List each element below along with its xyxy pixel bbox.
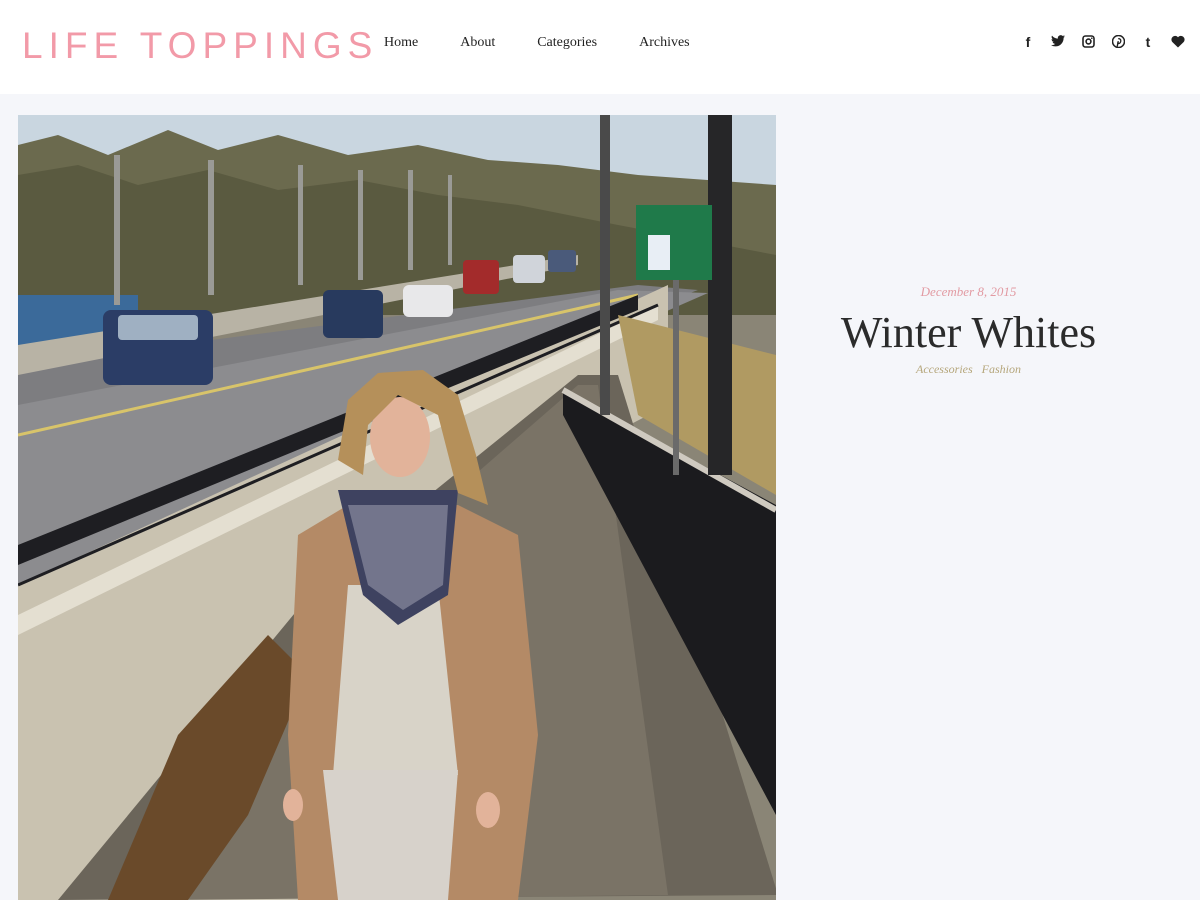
main-nav: Home About Categories Archives	[384, 34, 732, 52]
post-categories: Accessories Fashion	[776, 361, 1161, 377]
site-logo[interactable]: LIFE TOPPINGS	[22, 24, 378, 68]
nav-about[interactable]: About	[460, 34, 495, 52]
post-title[interactable]: Winter Whites	[776, 305, 1161, 361]
nav-categories[interactable]: Categories	[537, 34, 597, 52]
instagram-icon[interactable]	[1080, 33, 1096, 51]
post-meta: December 8, 2015 Winter Whites Accessori…	[776, 283, 1161, 377]
heart-icon[interactable]	[1170, 33, 1186, 51]
post-date: December 8, 2015	[920, 284, 1017, 299]
social-links: f t	[1006, 33, 1186, 51]
facebook-icon[interactable]: f	[1020, 33, 1036, 51]
pinterest-icon[interactable]	[1110, 33, 1126, 51]
nav-home[interactable]: Home	[384, 34, 418, 52]
site-header: LIFE TOPPINGS Home About Categories Arch…	[0, 0, 1200, 94]
featured-image[interactable]	[18, 115, 776, 900]
tumblr-icon[interactable]: t	[1140, 33, 1156, 51]
nav-archives[interactable]: Archives	[639, 34, 690, 52]
category-accessories[interactable]: Accessories	[916, 362, 973, 376]
twitter-icon[interactable]	[1050, 33, 1066, 51]
category-fashion[interactable]: Fashion	[982, 362, 1021, 376]
